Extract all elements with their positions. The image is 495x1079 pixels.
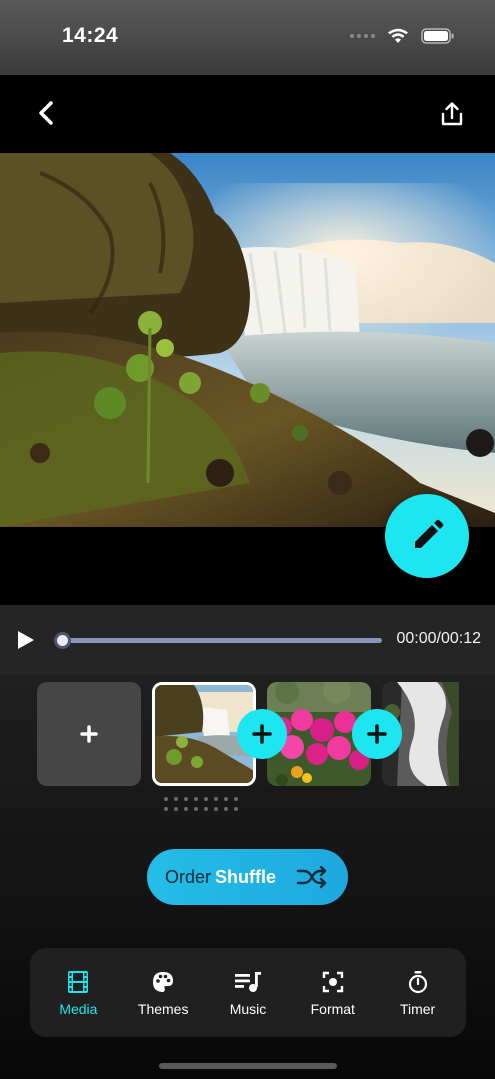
- tab-timer[interactable]: Timer: [378, 969, 458, 1017]
- order-shuffle-button[interactable]: Order Shuffle: [147, 849, 348, 905]
- nav-bar: [0, 75, 495, 153]
- add-clip-button[interactable]: [37, 682, 141, 786]
- status-time: 14:24: [62, 24, 119, 47]
- waterfall-landscape-image: [0, 153, 495, 527]
- order-mode: Shuffle: [215, 866, 277, 887]
- player-controls: 00:00/00:12: [0, 605, 495, 675]
- time-readout: 00:00/00:12: [396, 630, 481, 647]
- status-bar: 14:24: [0, 0, 495, 75]
- plus-icon: [367, 724, 387, 744]
- insert-clip-button[interactable]: [237, 709, 287, 759]
- shuffle-icon: [296, 865, 327, 889]
- progress-track[interactable]: [58, 638, 382, 643]
- share-icon: [441, 102, 463, 126]
- tab-label: Themes: [137, 1000, 189, 1017]
- plus-icon: [252, 724, 272, 744]
- tab-themes[interactable]: Themes: [123, 969, 203, 1017]
- tab-music[interactable]: Music: [208, 969, 288, 1017]
- insert-clip-button[interactable]: [352, 709, 402, 759]
- order-label: Order: [165, 866, 212, 887]
- tab-label: Format: [310, 1000, 355, 1017]
- timer-icon: [408, 970, 427, 993]
- tab-media[interactable]: Media: [38, 969, 118, 1017]
- plus-icon: [80, 725, 98, 743]
- tab-format[interactable]: Format: [293, 969, 373, 1017]
- tab-label: Media: [59, 1000, 98, 1017]
- home-indicator: [159, 1063, 337, 1069]
- music-icon: [234, 971, 261, 992]
- wifi-icon: [388, 28, 408, 43]
- video-preview[interactable]: [0, 153, 495, 527]
- share-button[interactable]: [437, 99, 467, 129]
- battery-icon: [421, 28, 454, 44]
- format-icon: [322, 971, 343, 992]
- palette-icon: [153, 971, 174, 992]
- drag-handle-icon[interactable]: [164, 797, 248, 811]
- signal-icon: [350, 34, 375, 38]
- film-icon: [68, 970, 89, 993]
- status-icons: [350, 28, 455, 44]
- tab-label: Music: [229, 1000, 267, 1017]
- chevron-left-icon: [39, 101, 53, 125]
- bottom-tab-bar: Media Themes Music Format Timer: [30, 948, 466, 1037]
- tab-label: Timer: [399, 1000, 436, 1017]
- progress-thumb[interactable]: [54, 632, 71, 649]
- back-button[interactable]: [30, 97, 62, 129]
- pencil-icon: [415, 519, 444, 548]
- edit-button[interactable]: [385, 494, 469, 578]
- play-icon[interactable]: [16, 629, 36, 651]
